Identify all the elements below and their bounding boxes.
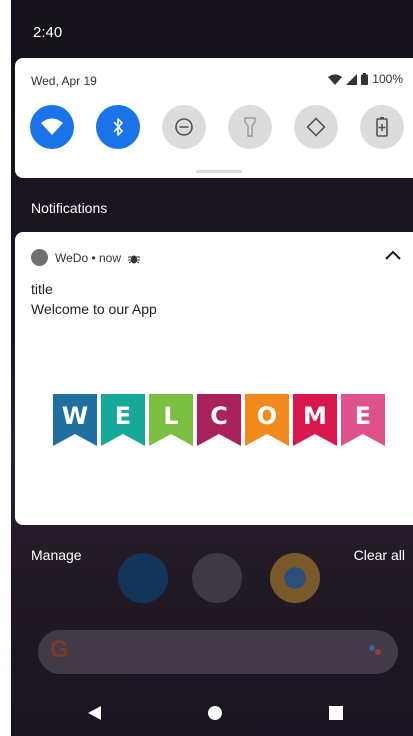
- back-button[interactable]: [80, 698, 110, 728]
- cell-signal-icon: [346, 73, 358, 85]
- flashlight-icon: [244, 117, 256, 137]
- status-time: 2:40: [33, 24, 63, 41]
- flashlight-tile[interactable]: [228, 105, 272, 149]
- banner-letter: W: [62, 402, 88, 430]
- chevron-up-icon: [385, 250, 401, 260]
- banner-letter: C: [210, 402, 228, 430]
- bluetooth-tile[interactable]: [96, 105, 140, 149]
- do-not-disturb-tile[interactable]: [162, 105, 206, 149]
- banner-flag: E: [341, 394, 385, 446]
- banner-flag: M: [293, 394, 337, 446]
- notifications-header: Notifications: [31, 200, 108, 216]
- manage-button[interactable]: Manage: [31, 547, 82, 563]
- recents-square-icon: [329, 706, 343, 720]
- navigation-bar: [11, 690, 413, 736]
- auto-rotate-tile[interactable]: [294, 105, 338, 149]
- banner-letter: E: [115, 402, 131, 430]
- qs-tiles: [30, 105, 410, 149]
- welcome-banner-image: WELCOME: [53, 394, 385, 446]
- banner-flag: E: [101, 394, 145, 446]
- play-store-app-icon: [192, 553, 242, 603]
- panel-drag-handle[interactable]: [196, 170, 242, 173]
- app-icon: [31, 249, 48, 266]
- banner-flag: O: [245, 394, 289, 446]
- search-bar[interactable]: G: [38, 630, 398, 674]
- banner-flag: C: [197, 394, 241, 446]
- clear-all-button[interactable]: Clear all: [354, 547, 405, 563]
- google-logo-icon: G: [50, 636, 69, 663]
- banner-flag: W: [53, 394, 97, 446]
- battery-icon: [361, 73, 369, 85]
- auto-rotate-icon: [306, 117, 326, 137]
- do-not-disturb-icon: [175, 118, 193, 136]
- banner-flag: L: [149, 394, 193, 446]
- mic-icon[interactable]: [368, 644, 382, 658]
- notification-title: title: [31, 281, 53, 297]
- messages-app-icon: [118, 553, 168, 603]
- wifi-tile[interactable]: [30, 105, 74, 149]
- back-triangle-icon: [88, 706, 101, 720]
- banner-letter: O: [257, 402, 277, 430]
- banner-letter: L: [163, 402, 178, 430]
- home-button[interactable]: [200, 698, 230, 728]
- home-circle-icon: [208, 706, 222, 720]
- recents-button[interactable]: [321, 698, 351, 728]
- battery-saver-icon: [376, 117, 388, 137]
- notification-card[interactable]: WeDo • now title Welcome to our App WELC…: [15, 232, 413, 525]
- banner-letter: M: [303, 402, 327, 430]
- banner-letter: E: [355, 402, 371, 430]
- notification-app-name: WeDo • now: [55, 251, 141, 265]
- wifi-icon: [41, 118, 63, 135]
- battery-saver-tile[interactable]: [360, 105, 404, 149]
- bluetooth-icon: [113, 118, 123, 136]
- bug-icon: [128, 255, 141, 264]
- chrome-app-icon: [270, 553, 320, 603]
- wifi-signal-icon: [328, 74, 343, 85]
- qs-date: Wed, Apr 19: [31, 74, 97, 88]
- notification-text: Welcome to our App: [31, 301, 157, 317]
- collapse-button[interactable]: [385, 247, 401, 265]
- quick-settings-panel: Wed, Apr 19 100%: [15, 58, 413, 178]
- qs-status-icons: 100%: [328, 72, 403, 86]
- battery-percent: 100%: [372, 72, 403, 86]
- phone-screen: 2:40 Wed, Apr 19 100% Notifications WeDo…: [11, 0, 413, 736]
